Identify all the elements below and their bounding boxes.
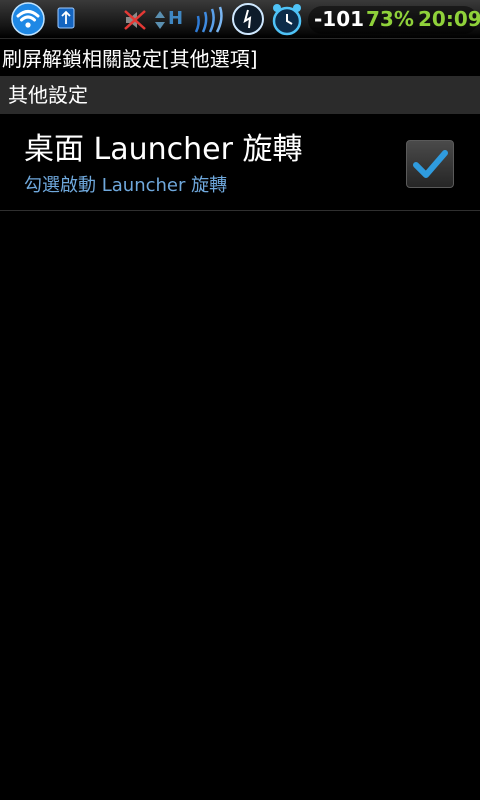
- setting-summary: 勾選啟動 Launcher 旋轉: [24, 175, 228, 196]
- clock: 20:09: [418, 7, 480, 31]
- gauge-icon: [232, 3, 264, 35]
- usb-icon: [57, 7, 75, 29]
- data-arrows-icon: [155, 11, 165, 29]
- status-bar: H -101 73% 20:09: [0, 0, 480, 39]
- battery-level: 73%: [366, 7, 414, 31]
- signal-strength: -101: [314, 7, 365, 31]
- checkmark-icon: [413, 150, 448, 178]
- wifi-icon: [11, 2, 45, 36]
- network-type: H: [168, 8, 184, 29]
- signal-waves-icon: [194, 6, 223, 33]
- alarm-clock-icon: [272, 4, 302, 36]
- muted-speaker-icon: [124, 10, 146, 30]
- setting-launcher-rotation[interactable]: 桌面 Launcher 旋轉 勾選啟動 Launcher 旋轉: [0, 114, 480, 211]
- setting-title: 桌面 Launcher 旋轉: [24, 132, 303, 167]
- page-title: 刷屏解鎖相關設定[其他選項]: [2, 47, 258, 71]
- section-header: 其他設定: [0, 76, 480, 114]
- launcher-rotation-checkbox[interactable]: [406, 140, 454, 188]
